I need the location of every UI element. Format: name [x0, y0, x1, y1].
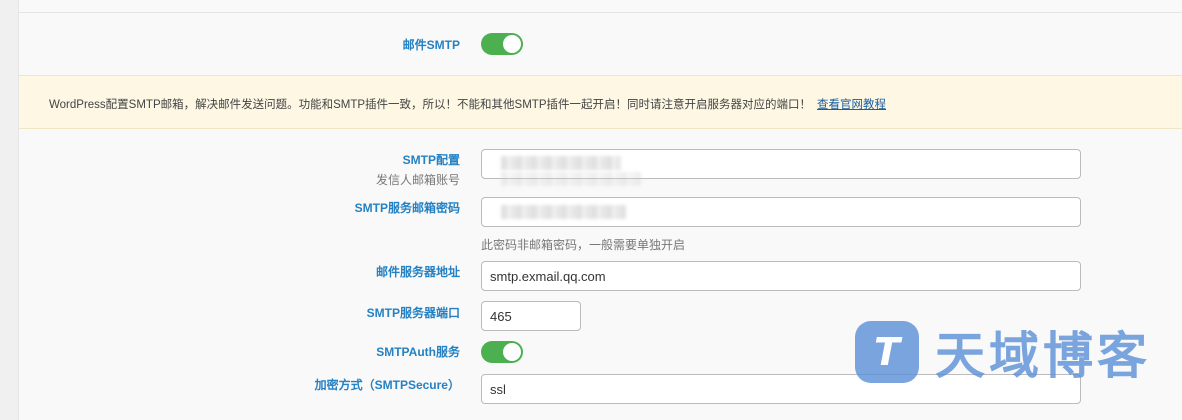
secure-label: 加密方式（SMTPSecure）	[314, 378, 460, 392]
top-divider	[19, 0, 1182, 13]
redacted-value	[501, 156, 621, 170]
smtp-host-input[interactable]	[481, 261, 1081, 291]
smtp-enable-toggle[interactable]	[481, 33, 523, 55]
password-hint: 此密码非邮箱密码，一般需要单独开启	[481, 238, 686, 252]
notice-banner: WordPress配置SMTP邮箱，解决邮件发送问题。功能和SMTP插件一致，所…	[19, 75, 1182, 129]
brand-watermark: T 天域博客	[855, 316, 1151, 388]
smtp-port-input[interactable]	[481, 301, 581, 331]
sender-sublabel: 发信人邮箱账号	[375, 173, 460, 187]
host-label: 邮件服务器地址	[375, 265, 460, 279]
tutorial-link[interactable]: 查看官网教程	[817, 99, 886, 111]
brand-logo-icon: T	[855, 321, 919, 383]
notice-text: WordPress配置SMTP邮箱，解决邮件发送问题。功能和SMTP插件一致，所…	[49, 99, 811, 111]
redacted-value-shadow	[501, 172, 641, 186]
auth-label: SMTPAuth服务	[376, 345, 460, 359]
brand-name: 天域博客	[935, 327, 1151, 385]
port-label: SMTP服务器端口	[366, 306, 460, 320]
brand-logo-glyph: T	[874, 330, 900, 374]
redacted-password	[501, 205, 626, 219]
sender-label: SMTP配置	[402, 153, 460, 167]
password-label: SMTP服务邮箱密码	[354, 201, 460, 215]
toggle-knob	[503, 35, 521, 53]
smtp-auth-toggle[interactable]	[481, 341, 523, 363]
toggle-knob	[503, 343, 521, 361]
smtp-enable-label: 邮件SMTP	[402, 38, 460, 52]
